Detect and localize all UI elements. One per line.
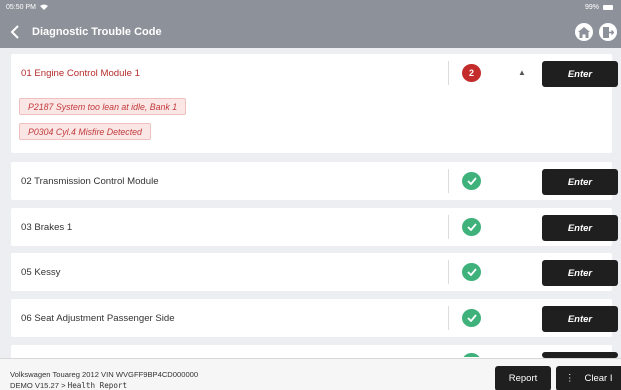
enter-button[interactable]: Enter	[542, 169, 618, 195]
footer-bar: Volkswagen Touareg 2012 VIN WVGFF9BP4CD0…	[0, 358, 621, 390]
check-icon	[462, 309, 481, 327]
module-name: 06 Seat Adjustment Passenger Side	[21, 312, 175, 324]
fault-count-badge: 2	[462, 64, 481, 82]
check-icon	[462, 172, 481, 190]
check-icon	[462, 263, 481, 281]
ok-status	[462, 218, 481, 236]
check-icon	[462, 353, 481, 357]
report-button[interactable]: Report	[495, 366, 551, 390]
dtc-item[interactable]: P0304 Cyl.4 Misfire Detected	[19, 123, 151, 140]
divider	[448, 169, 449, 193]
module-card-transmission: 02 Transmission Control Module Enter	[11, 162, 618, 200]
ok-status	[462, 172, 481, 190]
fault-status: 2	[462, 64, 481, 82]
vehicle-info: Volkswagen Touareg 2012 VIN WVGFF9BP4CD0…	[10, 370, 199, 379]
breadcrumb: DEMO V15.27 > Health Report	[10, 381, 127, 390]
collapse-caret-icon[interactable]: ▲	[518, 68, 526, 77]
home-icon	[578, 26, 590, 38]
wifi-icon	[39, 4, 48, 12]
title-bar: Diagnostic Trouble Code	[0, 15, 621, 48]
module-card-kessy: 05 Kessy Enter	[11, 253, 618, 291]
check-icon	[462, 218, 481, 236]
divider	[448, 61, 449, 85]
module-card-partial	[11, 345, 618, 358]
divider	[448, 215, 449, 239]
status-bar: 05:50 PM 99%	[0, 0, 621, 15]
divider	[448, 306, 449, 330]
ok-status	[462, 353, 481, 357]
breadcrumb-current: Health Report	[67, 381, 128, 390]
chevron-left-icon	[10, 24, 19, 39]
enter-button[interactable]: Enter	[542, 306, 618, 332]
enter-button[interactable]: Enter	[542, 260, 618, 286]
module-name: 02 Transmission Control Module	[21, 175, 159, 187]
enter-button[interactable]: Enter	[542, 61, 618, 87]
module-card-seat-adjustment: 06 Seat Adjustment Passenger Side Enter	[11, 299, 618, 337]
back-button[interactable]	[10, 22, 26, 42]
module-list[interactable]: 01 Engine Control Module 1 2 ▲ Enter P21…	[0, 48, 621, 358]
module-name: 03 Brakes 1	[21, 221, 73, 233]
battery-icon	[603, 5, 613, 10]
page-title: Diagnostic Trouble Code	[32, 25, 162, 38]
enter-button[interactable]: Enter	[542, 215, 618, 241]
battery-level: 99%	[584, 4, 599, 11]
module-card-brakes: 03 Brakes 1 Enter	[11, 208, 618, 246]
divider	[448, 260, 449, 284]
software-version: DEMO V15.27 >	[10, 381, 66, 390]
exit-icon	[603, 26, 614, 38]
dtc-item[interactable]: P2187 System too lean at idle, Bank 1	[19, 98, 187, 115]
ok-status	[462, 263, 481, 281]
module-name: 05 Kessy	[21, 266, 61, 278]
module-card-engine: 01 Engine Control Module 1 2 ▲ Enter P21…	[11, 54, 618, 153]
more-icon: ⋮	[565, 373, 575, 384]
clear-codes-button[interactable]: ⋮ Clear I	[556, 366, 621, 390]
clock: 05:50 PM	[6, 4, 36, 11]
module-name: 01 Engine Control Module 1	[21, 67, 140, 79]
clear-label: Clear I	[584, 373, 613, 384]
ok-status	[462, 309, 481, 327]
home-button[interactable]	[575, 23, 593, 41]
exit-button[interactable]	[599, 23, 617, 41]
